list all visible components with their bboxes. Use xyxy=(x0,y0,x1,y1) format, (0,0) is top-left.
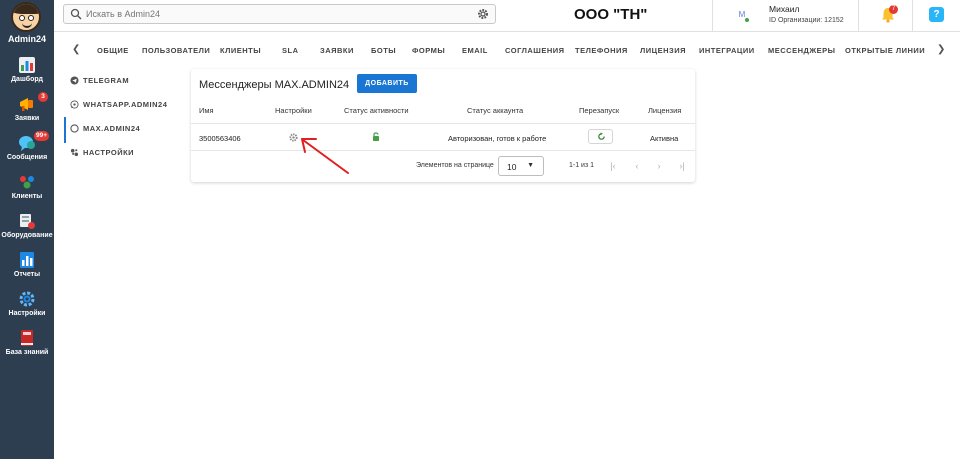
column-header-license[interactable]: Лицензия xyxy=(648,106,681,115)
lock-open-icon xyxy=(373,132,379,141)
tab-agreements[interactable]: СОГЛАШЕНИЯ xyxy=(505,46,565,55)
brand-logo[interactable]: Admin24 xyxy=(0,0,54,46)
brand-avatar-icon xyxy=(11,2,41,32)
sidebar-item-messages[interactable]: 99+ Сообщения xyxy=(0,131,54,170)
settings-icon xyxy=(70,148,79,157)
tab-telephony[interactable]: ТЕЛЕФОНИЯ xyxy=(575,46,628,55)
restart-button[interactable] xyxy=(588,129,613,144)
sidebar-item-reports[interactable]: Отчеты xyxy=(0,251,54,287)
header-divider xyxy=(858,0,859,32)
column-header-account-status[interactable]: Статус аккаунта xyxy=(467,106,523,115)
search-icon xyxy=(70,8,82,20)
sidebar-item-label: Оборудование xyxy=(1,232,53,239)
sidebar-item-clients[interactable]: Клиенты xyxy=(0,173,54,209)
tab-messengers[interactable]: МЕССЕНДЖЕРЫ xyxy=(768,46,835,55)
last-page-icon[interactable]: ›| xyxy=(676,160,688,172)
messages-badge: 99+ xyxy=(34,131,50,141)
tab-open-lines[interactable]: ОТКРЫТЫЕ ЛИНИИ xyxy=(845,46,925,55)
online-status-icon xyxy=(745,18,749,22)
sidebar-item-dashboard[interactable]: Дашборд xyxy=(0,56,54,92)
prev-page-icon[interactable]: ‹ xyxy=(631,160,643,172)
tab-clients[interactable]: КЛИЕНТЫ xyxy=(220,46,261,55)
column-header-settings[interactable]: Настройки xyxy=(275,106,312,115)
subnav-label: WHATSAPP.ADMIN24 xyxy=(83,100,168,109)
top-header: Искать в Admin24 ООО "ТН" M Михаил ID Ор… xyxy=(54,0,960,32)
messengers-card: Мессенджеры MAX.ADMIN24 ДОБАВИТЬ Имя Нас… xyxy=(191,69,695,182)
tab-forms[interactable]: ФОРМЫ xyxy=(412,46,445,55)
tabs-scroll-left-icon[interactable]: ❮ xyxy=(72,44,80,55)
sidebar-item-knowledge-base[interactable]: База знаний xyxy=(0,329,54,365)
tab-integrations[interactable]: ИНТЕГРАЦИИ xyxy=(699,46,755,55)
header-divider xyxy=(912,0,913,32)
row-license: Активна xyxy=(650,134,679,143)
sidebar-item-label: Заявки xyxy=(14,115,40,122)
settings-tabs: ❮ ОБЩИЕ ПОЛЬЗОВАТЕЛИ КЛИЕНТЫ SLA ЗАЯВКИ … xyxy=(54,32,960,68)
tab-users[interactable]: ПОЛЬЗОВАТЕЛИ xyxy=(142,46,210,55)
subnav-item-settings[interactable]: НАСТРОЙКИ xyxy=(64,143,184,165)
requests-badge: 3 xyxy=(38,92,48,102)
search-input[interactable]: Искать в Admin24 xyxy=(63,4,496,24)
equipment-icon xyxy=(20,214,35,229)
per-page-value: 10 xyxy=(507,162,517,172)
book-icon xyxy=(21,330,33,346)
card-title: Мессенджеры MAX.ADMIN24 xyxy=(199,79,350,91)
tab-license[interactable]: ЛИЦЕНЗИЯ xyxy=(640,46,686,55)
refresh-icon xyxy=(598,132,605,140)
whatsapp-icon xyxy=(70,100,79,109)
annotation-arrow-icon xyxy=(301,138,349,174)
gear-icon xyxy=(19,291,35,307)
clients-icon xyxy=(20,176,34,189)
user-organization-id: ID Организации: 12152 xyxy=(769,17,844,24)
subnav-label: MAX.ADMIN24 xyxy=(83,124,141,133)
chevron-down-icon: ▼ xyxy=(527,162,534,169)
notifications-badge: 7 xyxy=(889,5,898,14)
subnav-item-telegram[interactable]: TELEGRAM xyxy=(64,71,184,93)
column-header-restart[interactable]: Перезапуск xyxy=(579,106,619,115)
sidebar-item-label: Отчеты xyxy=(13,271,41,278)
dashboard-icon xyxy=(19,57,35,73)
tab-email[interactable]: EMAIL xyxy=(462,46,488,55)
search-placeholder: Искать в Admin24 xyxy=(86,9,161,19)
tab-bots[interactable]: БОТЫ xyxy=(371,46,396,55)
first-page-icon[interactable]: |‹ xyxy=(607,160,619,172)
brand-name: Admin24 xyxy=(7,34,46,44)
help-button[interactable]: ? xyxy=(929,7,944,22)
column-header-name[interactable]: Имя xyxy=(199,106,214,115)
subnav-item-max[interactable]: MAX.ADMIN24 xyxy=(64,117,184,143)
column-header-activity-status[interactable]: Статус активности xyxy=(344,106,409,115)
sidebar-item-label: Настройки xyxy=(8,310,46,317)
table-divider xyxy=(191,123,695,124)
sidebar-item-settings[interactable]: Настройки xyxy=(0,290,54,326)
next-page-icon[interactable]: › xyxy=(653,160,665,172)
sidebar-item-label: Дашборд xyxy=(11,76,43,83)
max-icon xyxy=(70,124,79,133)
search-settings-icon[interactable] xyxy=(477,8,489,20)
tabs-scroll-right-icon[interactable]: ❯ xyxy=(937,44,945,55)
telegram-icon xyxy=(70,76,79,85)
row-name: 3500563406 xyxy=(199,134,241,143)
organization-title: ООО "ТН" xyxy=(574,6,648,23)
sidebar-item-equipment[interactable]: Оборудование xyxy=(0,212,54,248)
subnav-item-whatsapp[interactable]: WHATSAPP.ADMIN24 xyxy=(64,95,184,117)
reports-icon xyxy=(20,252,34,268)
table-divider xyxy=(191,150,695,151)
per-page-label: Элементов на странице xyxy=(416,162,494,169)
megaphone-icon xyxy=(20,98,33,111)
sidebar-item-label: Сообщения xyxy=(6,154,48,161)
tab-general[interactable]: ОБЩИЕ xyxy=(97,46,129,55)
sidebar-item-requests[interactable]: 3 Заявки xyxy=(0,92,54,131)
header-divider xyxy=(712,0,713,32)
row-account-status: Авторизован, готов к работе xyxy=(448,134,547,143)
sidebar-item-label: База знаний xyxy=(5,349,49,356)
app-sidebar: Admin24 Дашборд 3 Заявки 99+ Сообщения К… xyxy=(0,0,54,459)
user-name[interactable]: Михаил xyxy=(769,4,799,14)
subnav-label: TELEGRAM xyxy=(83,76,130,85)
subnav-label: НАСТРОЙКИ xyxy=(83,148,135,157)
add-button[interactable]: ДОБАВИТЬ xyxy=(357,74,417,93)
sidebar-item-label: Клиенты xyxy=(11,193,43,200)
pagination-range: 1-1 из 1 xyxy=(569,162,595,169)
per-page-select[interactable]: 10 ▼ xyxy=(498,156,544,176)
tab-sla[interactable]: SLA xyxy=(282,46,299,55)
tab-requests[interactable]: ЗАЯВКИ xyxy=(320,46,354,55)
